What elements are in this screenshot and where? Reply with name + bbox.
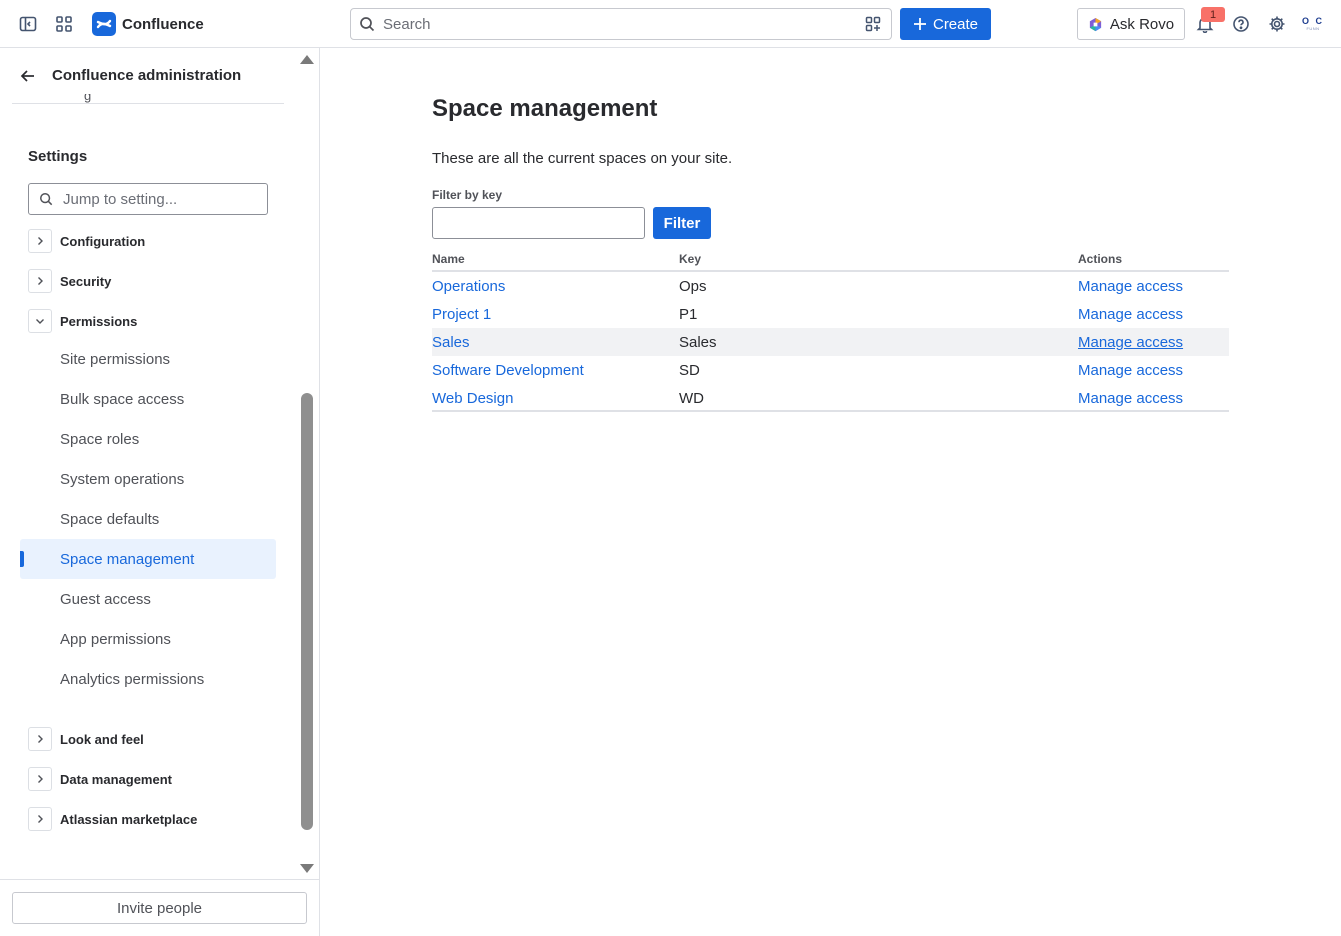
space-key: SD [679,362,700,379]
chevron-down-icon[interactable] [28,309,52,333]
jump-to-setting-field[interactable] [28,183,268,215]
space-name-link[interactable]: Project 1 [432,306,491,323]
confluence-logo[interactable]: Confluence [92,12,204,36]
column-header-name[interactable]: Name [432,252,465,266]
settings-heading: Settings [28,148,88,165]
filter-by-key-input[interactable] [432,207,645,239]
sidebar-item-analytics-permissions[interactable]: Analytics permissions [20,659,276,699]
main-content: Space management These are all the curre… [320,48,1341,936]
column-header-actions: Actions [1078,252,1123,266]
manage-access-link[interactable]: Manage access [1078,334,1183,351]
table-row-hovered: Sales Sales Manage access [432,328,1229,356]
create-button[interactable]: Create [900,8,991,40]
app-name: Confluence [122,15,204,33]
space-name-link[interactable]: Sales [432,334,470,351]
table-row: Software Development SD Manage access [432,356,1229,384]
search-icon [40,193,53,206]
space-name-link[interactable]: Web Design [432,390,513,407]
space-key: WD [679,390,704,407]
manage-access-link[interactable]: Manage access [1078,362,1183,379]
user-avatar[interactable]: O C FUNN [1299,12,1327,36]
rovo-icon [1089,17,1102,31]
back-arrow-icon[interactable] [12,60,44,92]
chevron-right-icon[interactable] [28,269,52,293]
scroll-up-arrow[interactable] [300,55,314,64]
notification-badge: 1 [1201,7,1225,22]
page-title: Space management [432,95,658,122]
avatar-subtext: FUNN [1306,26,1320,31]
sidebar-group-atlassian-marketplace[interactable]: Atlassian marketplace [28,807,197,831]
avatar-initials: O C [1301,16,1324,26]
sidebar-group-label: Security [60,273,112,289]
chevron-right-icon[interactable] [28,807,52,831]
sidebar-scrollbar-thumb[interactable] [301,393,313,830]
search-input[interactable] [383,15,861,33]
ask-rovo-button[interactable]: Ask Rovo [1077,8,1185,40]
sidebar-item-partial-label: g [84,94,92,103]
sidebar-item-partial[interactable]: g [84,94,104,104]
invite-people-button[interactable]: Invite people [12,892,307,924]
search-icon [360,17,375,32]
sidebar-item-space-roles[interactable]: Space roles [20,419,276,459]
sidebar-item-bulk-space-access[interactable]: Bulk space access [20,379,276,419]
page-description: These are all the current spaces on your… [432,150,733,167]
sidebar-group-label: Atlassian marketplace [60,811,198,827]
scroll-down-arrow[interactable] [300,864,314,873]
table-row: Web Design WD Manage access [432,384,1229,412]
space-key: Ops [679,278,707,295]
chevron-right-icon[interactable] [28,229,52,253]
jump-to-setting-input[interactable] [63,190,267,208]
sidebar-group-label: Data management [60,771,172,787]
sidebar-group-security[interactable]: Security [28,269,111,293]
spaces-table: Name Key Actions Operations Ops Manage a… [432,248,1229,412]
table-header: Name Key Actions [432,248,1229,272]
space-name-link[interactable]: Operations [432,278,505,295]
top-navigation-bar: Confluence Create Ask Rovo 1 O C FUNN [0,0,1341,48]
create-button-label: Create [932,15,979,33]
table-row: Operations Ops Manage access [432,272,1229,300]
sidebar-item-space-management[interactable]: Space management [20,539,276,579]
manage-access-link[interactable]: Manage access [1078,278,1183,295]
sidebar-item-space-defaults[interactable]: Space defaults [20,499,276,539]
confluence-mark-icon [92,12,116,36]
plus-icon [913,18,926,30]
manage-access-link[interactable]: Manage access [1078,390,1183,407]
filter-by-key-label: Filter by key [432,188,503,202]
space-key: Sales [679,334,717,351]
app-switcher-icon[interactable] [52,12,76,36]
ask-rovo-label: Ask Rovo [1109,15,1175,33]
sidebar-group-label: Configuration [60,233,146,249]
sidebar-item-system-operations[interactable]: System operations [20,459,276,499]
sidebar-item-site-permissions[interactable]: Site permissions [20,339,276,379]
sidebar-group-configuration[interactable]: Configuration [28,229,145,253]
space-key: P1 [679,306,698,323]
sidebar-toggle-icon[interactable] [16,12,40,36]
table-row: Project 1 P1 Manage access [432,300,1229,328]
sidebar-item-guest-access[interactable]: Guest access [20,579,276,619]
sidebar-footer: Invite people [0,879,319,936]
chevron-right-icon[interactable] [28,767,52,791]
help-icon[interactable] [1229,12,1253,36]
sidebar-group-permissions[interactable]: Permissions [28,309,137,333]
sidebar-group-label: Permissions [60,313,138,329]
sidebar-group-label: Look and feel [60,731,144,747]
search-bar[interactable] [350,8,892,40]
column-header-key[interactable]: Key [679,252,701,266]
sidebar-header: Confluence administration [12,48,284,104]
sidebar-title: Confluence administration [52,67,242,84]
sidebar-group-look-and-feel[interactable]: Look and feel [28,727,144,751]
search-filter-icon[interactable] [861,12,885,36]
sidebar-group-data-management[interactable]: Data management [28,767,172,791]
admin-sidebar: Confluence administration g Settings Con… [0,48,320,936]
chevron-right-icon[interactable] [28,727,52,751]
sidebar-item-app-permissions[interactable]: App permissions [20,619,276,659]
manage-access-link[interactable]: Manage access [1078,306,1183,323]
settings-gear-icon[interactable] [1265,12,1289,36]
filter-button[interactable]: Filter [653,207,711,239]
space-name-link[interactable]: Software Development [432,362,584,379]
